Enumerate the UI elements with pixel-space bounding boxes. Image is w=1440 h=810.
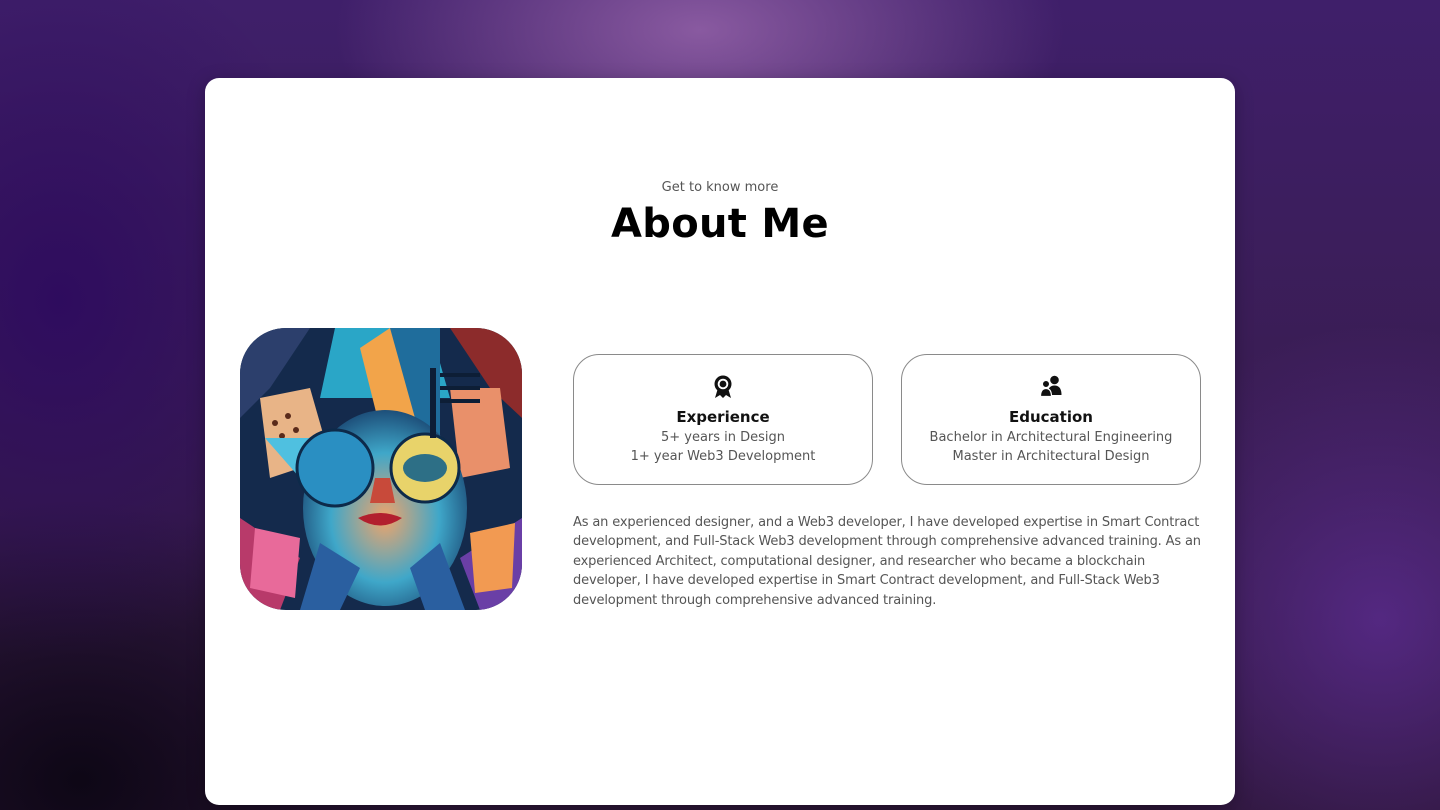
award-medal-icon <box>574 375 872 399</box>
section-title: About Me <box>611 201 829 247</box>
users-group-icon <box>902 375 1200 399</box>
experience-card: Experience 5+ years in Design 1+ year We… <box>573 354 873 485</box>
section-eyebrow: Get to know more <box>661 180 779 195</box>
education-heading: Education <box>1009 408 1093 426</box>
education-card: Education Bachelor in Architectural Engi… <box>901 354 1201 485</box>
experience-line-2: 1+ year Web3 Development <box>630 449 816 464</box>
experience-line-1: 5+ years in Design <box>660 430 786 445</box>
about-bio-paragraph: As an experienced designer, and a Web3 d… <box>573 515 1201 608</box>
education-line-1: Bachelor in Architectural Engineering <box>929 430 1173 445</box>
education-line-2: Master in Architectural Design <box>952 449 1150 464</box>
about-section-card: Get to know more About Me Experience 5+ … <box>205 78 1235 805</box>
profile-portrait-image <box>240 328 522 610</box>
experience-heading: Experience <box>676 408 770 426</box>
